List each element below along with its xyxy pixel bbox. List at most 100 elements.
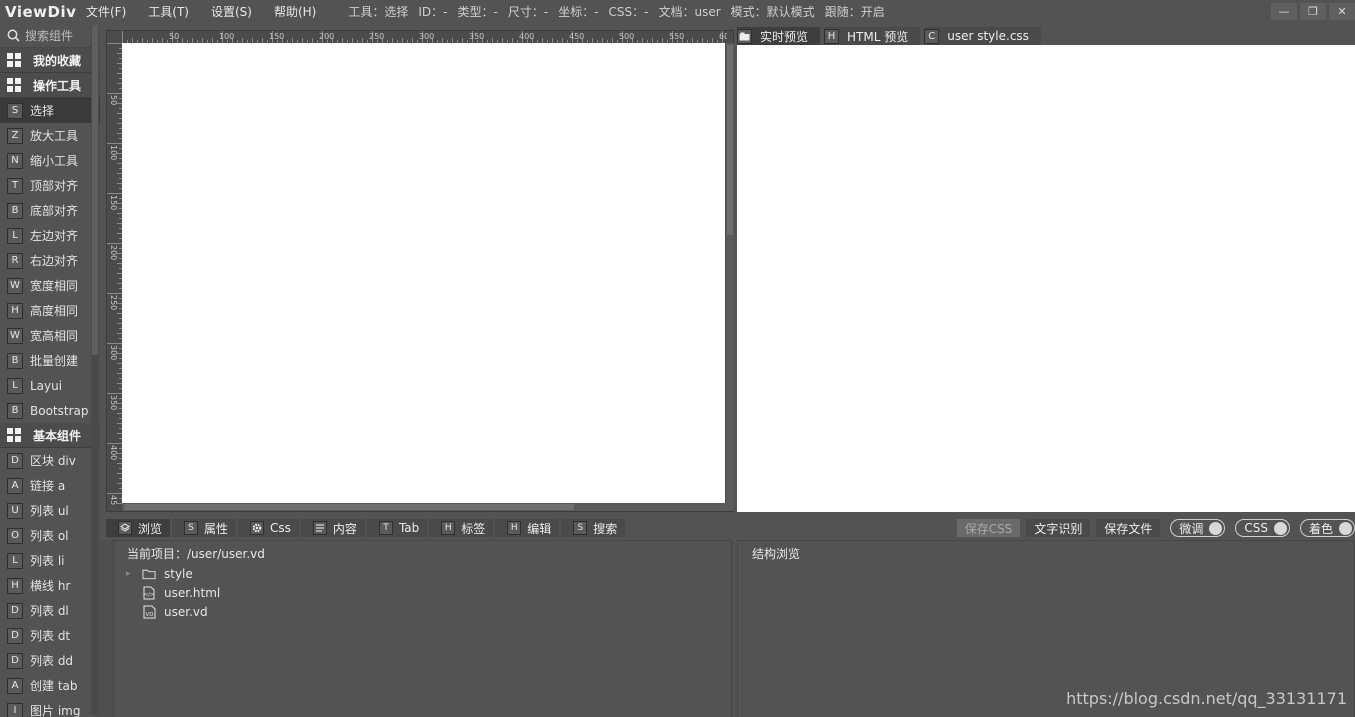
shortcut-key-badge: W	[7, 277, 23, 294]
status-css: CSS：-	[608, 5, 649, 19]
sidebar-item-label: 列表 dl	[30, 604, 69, 618]
preview-tab-bar: 实时预览 H HTML 预览 Cuser style.css	[737, 27, 1355, 45]
sidebar-item[interactable]: O 列表 ol	[0, 523, 100, 548]
preview-tab[interactable]: H HTML 预览	[824, 27, 921, 45]
bottom-tab[interactable]: Css	[238, 519, 299, 537]
color-toggle[interactable]: 着色	[1299, 519, 1355, 537]
shortcut-key-badge: D	[7, 602, 23, 619]
design-canvas[interactable]	[122, 43, 725, 503]
shortcut-key-badge: D	[7, 652, 23, 669]
sidebar-item[interactable]: N 缩小工具	[0, 148, 100, 173]
expand-arrow-icon[interactable]: ▸	[126, 569, 136, 579]
shortcut-key-badge: D	[7, 452, 23, 469]
shortcut-key-badge: H	[507, 521, 522, 535]
bottom-tab[interactable]: H 标签	[429, 519, 494, 537]
sidebar-item-label: 横线 hr	[30, 579, 71, 593]
tab-label: 标签	[461, 521, 486, 536]
title-bar: ViewDiv 文件(F) 工具(T) 设置(S) 帮助(H) 工具：选择 ID…	[0, 0, 1355, 23]
sidebar-item[interactable]: D 区块 div	[0, 448, 100, 473]
file-name: user.vd	[164, 604, 208, 619]
sidebar-item[interactable]: Z 放大工具	[0, 123, 100, 148]
sidebar-item-label: 列表 ul	[30, 504, 69, 518]
sidebar-item[interactable]: R 右边对齐	[0, 248, 100, 273]
status-id: ID：-	[418, 5, 448, 19]
file-row-user-html[interactable]: </> user.html	[142, 583, 220, 602]
close-button[interactable]: ✕	[1329, 3, 1355, 20]
preview-tab[interactable]: 实时预览	[737, 27, 821, 45]
sidebar-item[interactable]: B Bootstrap	[0, 398, 100, 423]
sidebar-item[interactable]: A 链接 a	[0, 473, 100, 498]
shortcut-key-badge: A	[7, 677, 23, 694]
sidebar-item[interactable]: D 列表 dl	[0, 598, 100, 623]
grid-icon	[7, 53, 21, 67]
sidebar-item[interactable]: T 顶部对齐	[0, 173, 100, 198]
file-row-style[interactable]: ▸ style	[126, 564, 193, 583]
sidebar-section-header[interactable]: 操作工具	[0, 73, 100, 98]
editor-vertical-scrollbar[interactable]	[726, 43, 734, 511]
bottom-tab[interactable]: S 属性	[172, 519, 237, 537]
sidebar-item-label: 列表 li	[30, 554, 65, 568]
ruler-label: 300	[109, 345, 118, 360]
editor-horizontal-thumb[interactable]	[124, 504, 574, 510]
status-bar: 工具：选择 ID：- 类型：- 尺寸：- 坐标：- CSS：- 文档：user …	[348, 3, 884, 20]
sidebar-section-header[interactable]: 我的收藏	[0, 48, 100, 73]
svg-text:</>: </>	[144, 592, 154, 598]
sidebar-item[interactable]: W 宽高相同	[0, 323, 100, 348]
ocr-button[interactable]: 文字识别	[1026, 519, 1091, 537]
editor-horizontal-scrollbar[interactable]	[122, 503, 726, 511]
sidebar-item[interactable]: D 列表 dt	[0, 623, 100, 648]
status-coords: 坐标：-	[558, 5, 599, 19]
css-toggle[interactable]: CSS	[1235, 519, 1290, 537]
ruler-label: 200	[319, 32, 334, 41]
sidebar-item[interactable]: S 选择	[0, 98, 100, 123]
sidebar-item[interactable]: D 列表 dd	[0, 648, 100, 673]
layers-icon	[118, 521, 132, 535]
sidebar-item-label: 批量创建	[30, 354, 79, 368]
editor-vertical-thumb[interactable]	[727, 45, 733, 235]
menu-help[interactable]: 帮助(H)	[274, 3, 316, 20]
sidebar-item[interactable]: B 底部对齐	[0, 198, 100, 223]
sidebar-section-header[interactable]: 基本组件	[0, 423, 100, 448]
file-row-user-vd[interactable]: VD user.vd	[142, 602, 208, 621]
menu-tools[interactable]: 工具(T)	[148, 3, 189, 20]
shortcut-key-badge: S	[184, 521, 199, 535]
app-window: ViewDiv 文件(F) 工具(T) 设置(S) 帮助(H) 工具：选择 ID…	[0, 0, 1355, 717]
search-box[interactable]: 搜索组件	[0, 23, 100, 48]
sidebar-item[interactable]: U 列表 ul	[0, 498, 100, 523]
bottom-tab[interactable]: 内容	[300, 519, 365, 537]
ruler-label: 300	[419, 32, 434, 41]
bottom-tab[interactable]: 浏览	[106, 519, 171, 537]
sidebar-item[interactable]: L Layui	[0, 373, 100, 398]
bottom-tab[interactable]: H 编辑	[495, 519, 560, 537]
ruler-label: 250	[109, 295, 118, 310]
sidebar-scrollbar[interactable]	[91, 25, 99, 715]
minimize-button[interactable]: —	[1271, 3, 1297, 20]
shortcut-key-badge: O	[7, 527, 23, 544]
save-css-button[interactable]: 保存CSS	[956, 519, 1021, 537]
menu-file[interactable]: 文件(F)	[86, 3, 126, 20]
ruler-label: 250	[369, 32, 384, 41]
fine-tune-toggle[interactable]: 微调	[1170, 519, 1226, 537]
ruler-label: 550	[669, 32, 684, 41]
sidebar-item[interactable]: H 横线 hr	[0, 573, 100, 598]
sidebar-item[interactable]: B 批量创建	[0, 348, 100, 373]
sidebar-item[interactable]: H 高度相同	[0, 298, 100, 323]
status-doc: 文档：user	[658, 5, 721, 19]
restore-button[interactable]: ❐	[1300, 3, 1326, 20]
save-file-button[interactable]: 保存文件	[1096, 519, 1161, 537]
live-preview-pane[interactable]	[737, 45, 1355, 512]
ruler-label: 500	[619, 32, 634, 41]
sidebar-item[interactable]: L 列表 li	[0, 548, 100, 573]
ruler-label: 100	[219, 32, 234, 41]
sidebar-scroll-thumb[interactable]	[92, 25, 98, 355]
bottom-tab[interactable]: S 搜索	[561, 519, 626, 537]
preview-tab[interactable]: Cuser style.css	[924, 27, 1041, 45]
bottom-tab-list: 浏览 S 属性 Css 内容 T Tab H 标签 H 编辑 S 搜索	[106, 519, 627, 537]
sidebar-item[interactable]: L 左边对齐	[0, 223, 100, 248]
sidebar-item[interactable]: W 宽度相同	[0, 273, 100, 298]
menu-settings[interactable]: 设置(S)	[211, 3, 252, 20]
sidebar-item[interactable]: A 创建 tab	[0, 673, 100, 698]
sidebar-item[interactable]: I 图片 img	[0, 698, 100, 717]
tab-label: 编辑	[527, 521, 552, 536]
bottom-tab[interactable]: T Tab	[366, 519, 428, 537]
